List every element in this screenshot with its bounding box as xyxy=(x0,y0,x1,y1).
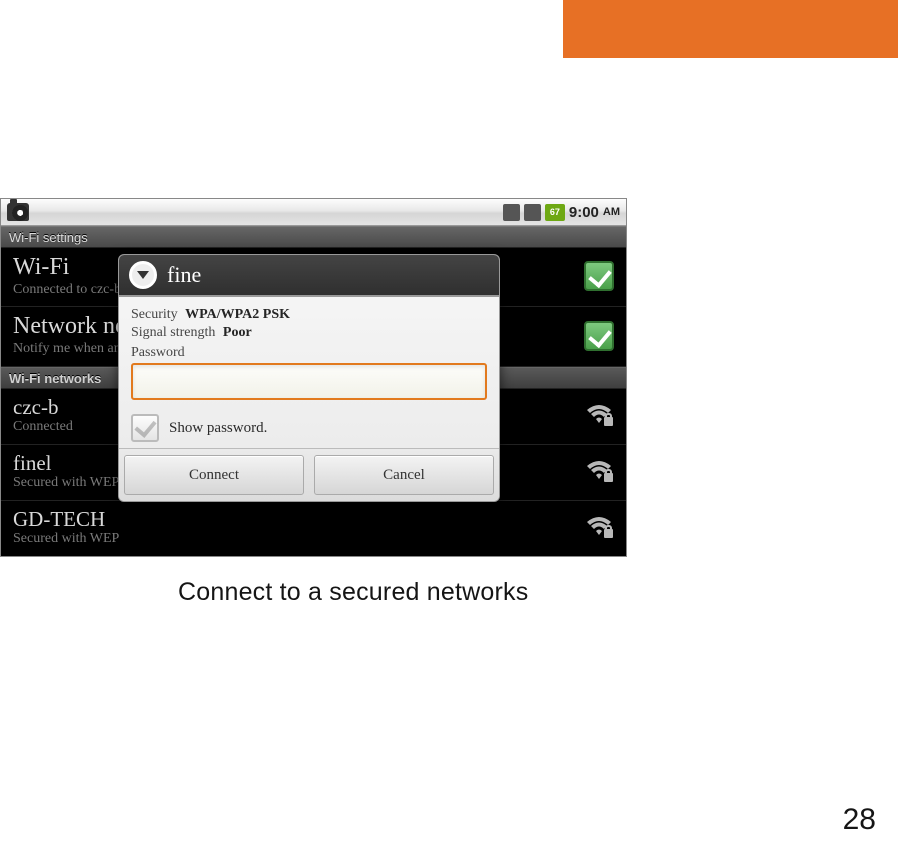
page-number: 28 xyxy=(843,803,876,837)
battery-icon: 67 xyxy=(545,204,565,221)
network-name: GD-TECH xyxy=(13,507,119,531)
clock-meridiem: AM xyxy=(603,206,620,218)
dialog-buttons: Connect Cancel xyxy=(119,448,499,501)
signal-label: Signal strength xyxy=(131,325,215,340)
sd-card-icon xyxy=(503,204,520,221)
wifi-secure-icon xyxy=(584,515,614,539)
signal-value: Poor xyxy=(223,325,252,340)
connect-dialog: fine Security WPA/WPA2 PSK Signal streng… xyxy=(118,254,500,502)
connect-button[interactable]: Connect xyxy=(124,455,304,495)
checkbox-checked-icon[interactable] xyxy=(584,261,614,291)
page-header-block xyxy=(563,0,898,58)
row-subtitle: Notify me when an xyxy=(13,341,134,358)
status-bar: 67 9:00 AM xyxy=(1,199,626,226)
network-status: Connected xyxy=(13,419,73,436)
dialog-titlebar: fine xyxy=(119,255,499,297)
row-title: Network not xyxy=(13,313,134,341)
status-right: 67 9:00 AM xyxy=(503,204,620,221)
show-password-checkbox[interactable] xyxy=(131,414,159,442)
dropdown-circle-icon[interactable] xyxy=(129,261,157,289)
dialog-title: fine xyxy=(167,262,201,288)
network-name: finel xyxy=(13,451,119,475)
network-status: Secured with WEP xyxy=(13,475,119,492)
security-label: Security xyxy=(131,307,178,322)
camera-icon xyxy=(7,203,29,221)
wifi-secure-icon xyxy=(584,403,614,427)
checkbox-checked-icon[interactable] xyxy=(584,321,614,351)
wifi-secure-icon xyxy=(584,459,614,483)
password-input[interactable] xyxy=(131,363,487,400)
signal-row: Signal strength Poor xyxy=(131,325,487,341)
password-label: Password xyxy=(131,345,487,361)
network-name: czc-b xyxy=(13,395,73,419)
signal-icon xyxy=(524,204,541,221)
network-status: Secured with WEP xyxy=(13,531,119,548)
show-password-label: Show password. xyxy=(169,420,267,437)
screen-title-bar: Wi-Fi settings xyxy=(1,226,626,248)
row-title: Wi-Fi xyxy=(13,254,121,282)
network-row[interactable]: GD-TECH Secured with WEP xyxy=(1,501,626,556)
security-row: Security WPA/WPA2 PSK xyxy=(131,307,487,323)
show-password-row[interactable]: Show password. xyxy=(131,414,487,442)
clock-time: 9:00 xyxy=(569,204,599,221)
cancel-button[interactable]: Cancel xyxy=(314,455,494,495)
row-subtitle: Connected to czc-b xyxy=(13,282,121,299)
figure-caption: Connect to a secured networks xyxy=(178,578,528,607)
security-value: WPA/WPA2 PSK xyxy=(185,307,290,322)
